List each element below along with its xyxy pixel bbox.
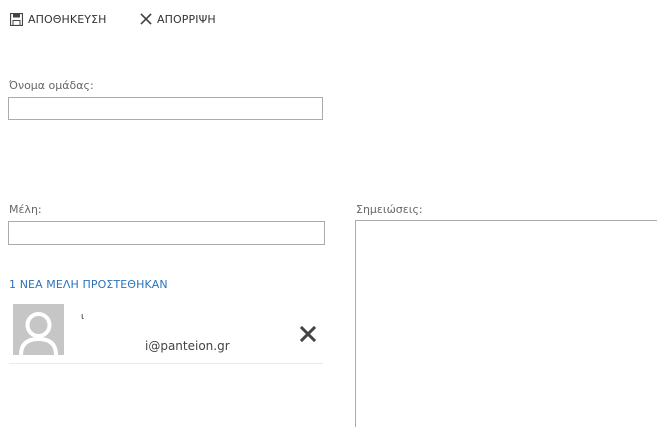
member-list-item: ι i@panteion.gr [9,303,323,364]
save-button[interactable]: ΑΠΟΘΗΚΕΥΣΗ [10,9,107,29]
edit-group-form: ΑΠΟΘΗΚΕΥΣΗ ΑΠΟΡΡΙΨΗ Όνομα ομάδας: Μέλη: … [0,0,657,427]
member-name: ι [81,312,85,322]
default-user-avatar-icon [13,304,64,355]
discard-button-label: ΑΠΟΡΡΙΨΗ [157,12,216,26]
group-name-label: Όνομα ομάδας: [9,79,94,92]
remove-member-button[interactable] [299,325,317,343]
members-input[interactable] [8,221,325,245]
added-members-heading: 1 ΝΕΑ ΜΕΛΗ ΠΡΟΣΤΕΘΗΚΑΝ [9,278,168,291]
notes-label: Σημειώσεις: [356,203,423,216]
group-name-input[interactable] [8,97,323,120]
save-icon [10,12,23,26]
discard-button[interactable]: ΑΠΟΡΡΙΨΗ [140,9,216,29]
save-button-label: ΑΠΟΘΗΚΕΥΣΗ [28,12,107,26]
members-label: Μέλη: [9,203,42,216]
notes-textarea[interactable] [355,220,657,427]
close-icon [299,325,317,343]
close-icon [140,13,152,25]
member-email: i@panteion.gr [145,339,230,353]
